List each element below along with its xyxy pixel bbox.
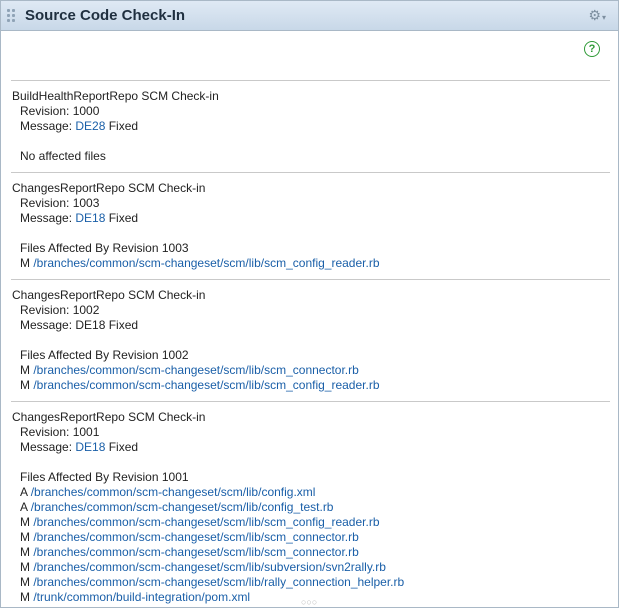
file-row: M /branches/common/scm-changeset/scm/lib… [12,363,610,378]
file-action: M [20,515,30,529]
revision-label: Revision: 1001 [20,425,100,439]
checkin-entry: ChangesReportRepo SCM Check-in Revision: … [11,279,610,401]
file-action: M [20,530,30,544]
panel-header[interactable]: Source Code Check-In ⚙▾ [1,1,618,31]
file-action: M [20,590,30,604]
file-row: M /branches/common/scm-changeset/scm/lib… [12,560,610,575]
message-prefix: Message: [20,440,76,454]
file-path-link[interactable]: /branches/common/scm-changeset/scm/lib/r… [33,575,404,589]
message-prefix: Message: [20,211,76,225]
file-path-link[interactable]: /trunk/common/build-integration/pom.xml [33,590,250,604]
file-path-link[interactable]: /branches/common/scm-changeset/scm/lib/s… [33,530,358,544]
revision-label: Revision: 1002 [20,303,100,317]
message-prefix: Message: DE18 Fixed [20,318,139,332]
defect-link[interactable]: DE28 [75,119,105,133]
defect-link[interactable]: DE18 [75,440,105,454]
repo-title: ChangesReportRepo SCM Check-in [12,288,206,302]
file-path-link[interactable]: /branches/common/scm-changeset/scm/lib/s… [33,363,358,377]
file-path-link[interactable]: /branches/common/scm-changeset/scm/lib/s… [33,378,379,392]
file-path-link[interactable]: /branches/common/scm-changeset/scm/lib/s… [33,256,379,270]
message-line: Message: DE28 Fixed [12,119,610,134]
file-action: M [20,575,30,589]
message-line: Message: DE18 Fixed [12,440,610,455]
drag-handle-icon[interactable] [7,8,17,23]
file-row: A /branches/common/scm-changeset/scm/lib… [12,485,610,500]
file-path-link[interactable]: /branches/common/scm-changeset/scm/lib/s… [33,545,358,559]
message-suffix: Fixed [105,440,139,454]
file-row: M /branches/common/scm-changeset/scm/lib… [12,575,610,590]
defect-link[interactable]: DE18 [75,211,105,225]
chevron-down-icon: ▾ [601,13,606,22]
file-row: M /branches/common/scm-changeset/scm/lib… [12,530,610,545]
file-action: A [20,500,28,514]
message-line: Message: DE18 Fixed [12,211,610,226]
repo-title: BuildHealthReportRepo SCM Check-in [12,89,219,103]
checkin-entry: ChangesReportRepo SCM Check-in Revision: … [11,172,610,279]
repo-title: ChangesReportRepo SCM Check-in [12,181,206,195]
file-action: M [20,378,30,392]
file-path-link[interactable]: /branches/common/scm-changeset/scm/lib/s… [33,515,379,529]
file-action: M [20,560,30,574]
revision-label: Revision: 1000 [20,104,100,118]
file-action: A [20,485,28,499]
file-row: M /branches/common/scm-changeset/scm/lib… [12,545,610,560]
panel-title: Source Code Check-In [25,7,186,24]
message-suffix: Fixed [105,211,139,225]
message-prefix: Message: [20,119,76,133]
files-heading: Files Affected By Revision 1001 [20,470,189,484]
files-heading: Files Affected By Revision 1003 [20,241,189,255]
revision-label: Revision: 1003 [20,196,100,210]
repo-title: ChangesReportRepo SCM Check-in [12,410,206,424]
file-row: A /branches/common/scm-changeset/scm/lib… [12,500,610,515]
file-row: M /branches/common/scm-changeset/scm/lib… [12,515,610,530]
file-path-link[interactable]: /branches/common/scm-changeset/scm/lib/c… [31,500,334,514]
resize-grip-icon[interactable]: ○○○ [301,597,317,607]
checkin-entry: BuildHealthReportRepo SCM Check-in Revisi… [11,80,610,172]
file-action: M [20,545,30,559]
file-action: M [20,256,30,270]
checkin-entry: ChangesReportRepo SCM Check-in Revision: … [11,401,610,607]
files-heading: No affected files [20,149,106,163]
gear-icon[interactable]: ⚙▾ [588,7,606,24]
help-icon[interactable]: ? [584,41,600,57]
checkin-list: BuildHealthReportRepo SCM Check-in Revisi… [1,80,618,607]
message-suffix: Fixed [105,119,139,133]
file-path-link[interactable]: /branches/common/scm-changeset/scm/lib/s… [33,560,386,574]
file-row: M /branches/common/scm-changeset/scm/lib… [12,256,610,271]
files-heading: Files Affected By Revision 1002 [20,348,189,362]
file-row: M /branches/common/scm-changeset/scm/lib… [12,378,610,393]
file-action: M [20,363,30,377]
file-path-link[interactable]: /branches/common/scm-changeset/scm/lib/c… [31,485,316,499]
message-line: Message: DE18 Fixed [12,318,610,333]
source-code-checkin-panel: Source Code Check-In ⚙▾ ? BuildHealthRep… [0,0,619,608]
